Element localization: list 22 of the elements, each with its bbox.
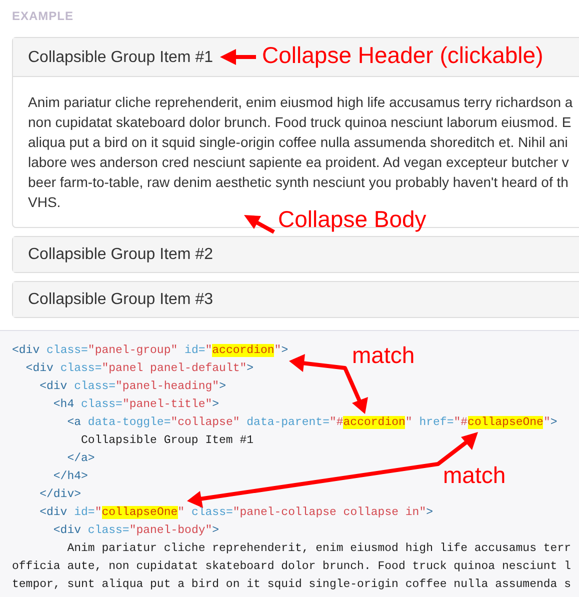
annotation-text: match [443,461,506,490]
panel-header[interactable]: Collapsible Group Item #3 [13,282,579,317]
annotation-text: match [352,341,415,370]
code-line: <div id="collapseOne" class="panel-collapse collapse in"> [38,505,434,521]
code-line: <div class="panel-heading"> [38,379,226,395]
code-line: </h4> [52,469,88,485]
code-line: <a data-toggle="collapse" data-parent="#accordion" href="#collapseOne"> [66,415,558,431]
code-line: </a> [66,451,95,467]
code-line: Anim pariatur cliche reprehenderit, enim eiusmod high life accusamus terr [66,541,571,557]
code-line: <div class="panel panel-default"> [24,361,254,377]
code-line: <h4 class="panel-title"> [52,397,220,413]
code-line: tempor, sunt aliqua put a bird on it squid single-origin coffee nulla assumenda s [12,577,571,593]
arrow-icon [244,215,275,234]
arrow-icon [220,49,256,65]
code-line: <div class="panel-body"> [52,523,220,539]
example-label: EXAMPLE [12,9,75,23]
code-line: <div class="panel-group" id="accordion"> [12,343,288,359]
code-line: </div> [38,487,82,503]
code-line: Collapsible Group Item #1 [80,433,254,449]
panel-header[interactable]: Collapsible Group Item #2 [13,237,579,272]
annotation-text: Collapse Header (clickable) [262,41,544,70]
code-line: officia aute, non cupidatat skateboard dolor brunch. Food truck quinoa nesciunt l [12,559,571,575]
